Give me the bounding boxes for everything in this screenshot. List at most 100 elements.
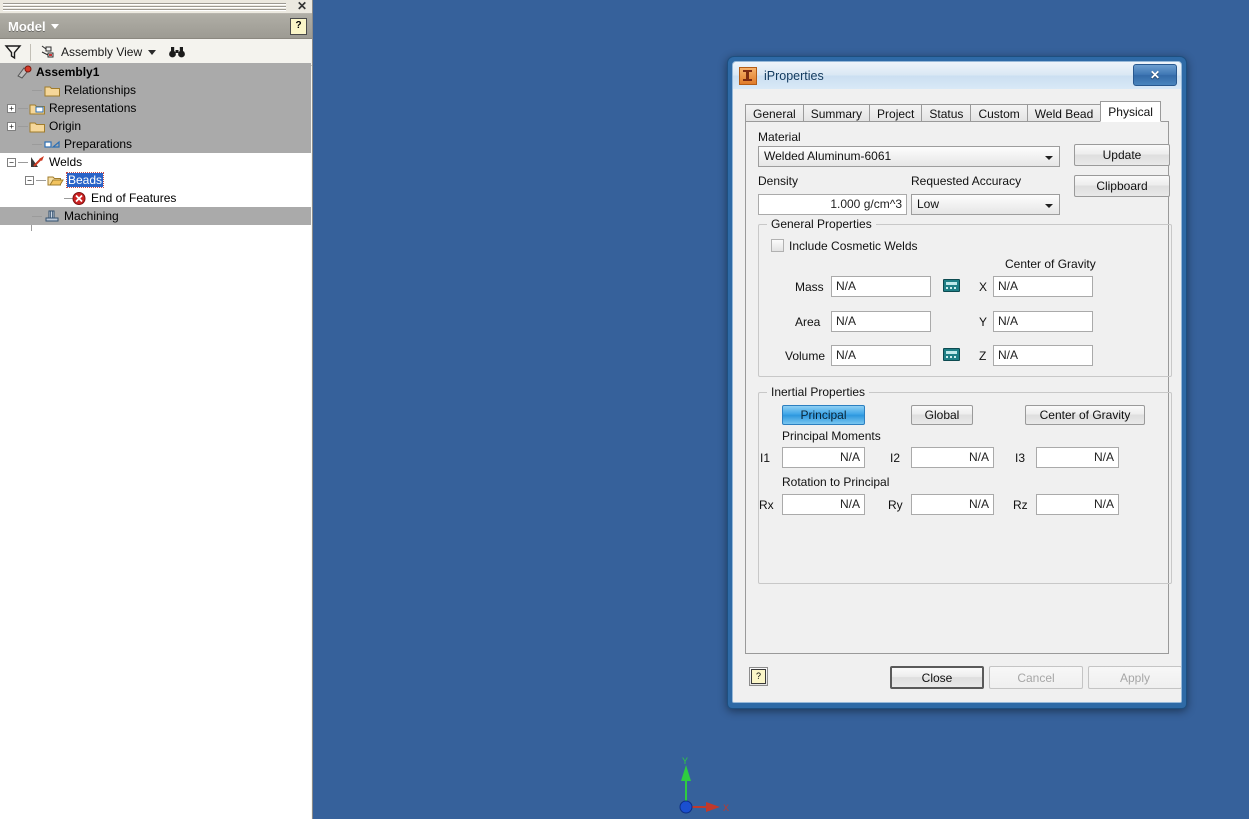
volume-field[interactable]: N/A xyxy=(831,345,931,366)
cog-y-field[interactable]: N/A xyxy=(993,311,1093,332)
principal-moments-label: Principal Moments xyxy=(782,429,881,443)
filter-icon[interactable] xyxy=(4,43,22,61)
inertial-properties-group: Inertial Properties Principal Global Cen… xyxy=(758,385,1172,584)
ry-field[interactable]: N/A xyxy=(911,494,994,515)
mass-calculator-icon[interactable] xyxy=(943,279,960,292)
principal-button[interactable]: Principal xyxy=(782,405,865,425)
tree-label: End of Features xyxy=(91,191,177,205)
inertial-properties-title: Inertial Properties xyxy=(767,385,870,399)
tree-expander[interactable]: − xyxy=(7,157,16,167)
i3-field[interactable]: N/A xyxy=(1036,447,1119,468)
include-cosmetic-welds-checkbox[interactable] xyxy=(771,239,784,252)
panel-title-bar[interactable]: Model ? xyxy=(0,14,312,39)
tree-row-end-of-features[interactable]: End of Features xyxy=(0,189,311,207)
tab-physical[interactable]: Physical xyxy=(1100,101,1161,122)
ry-label: Ry xyxy=(888,498,903,512)
chevron-down-icon[interactable] xyxy=(50,23,59,29)
clipboard-button[interactable]: Clipboard xyxy=(1074,175,1170,197)
global-button[interactable]: Global xyxy=(911,405,973,425)
volume-calculator-icon[interactable] xyxy=(943,348,960,361)
tab-weld-bead[interactable]: Weld Bead xyxy=(1026,104,1102,122)
chevron-down-icon[interactable] xyxy=(148,49,157,55)
material-label: Material xyxy=(758,130,801,144)
accuracy-value: Low xyxy=(917,197,940,211)
rz-field[interactable]: N/A xyxy=(1036,494,1119,515)
tree-label: Representations xyxy=(49,101,137,115)
rx-field[interactable]: N/A xyxy=(782,494,865,515)
preparations-icon xyxy=(44,137,61,152)
cog-x-label: X xyxy=(979,280,988,294)
end-of-features-icon xyxy=(71,191,88,206)
density-label: Density xyxy=(758,174,799,188)
dialog-title: iProperties xyxy=(764,68,824,83)
tree-label: Machining xyxy=(64,209,119,223)
tree-expander xyxy=(22,140,31,149)
tree-row-assembly1[interactable]: Assembly1 xyxy=(0,63,311,81)
chevron-down-icon xyxy=(1045,156,1053,160)
panel-close-icon[interactable]: ✕ xyxy=(297,0,307,13)
tree-label: Beads xyxy=(65,172,105,188)
cog-z-label: Z xyxy=(979,349,987,363)
cog-x-field[interactable]: N/A xyxy=(993,276,1093,297)
tree-row-representations[interactable]: + Representations xyxy=(0,99,311,117)
cog-z-field[interactable]: N/A xyxy=(993,345,1093,366)
tree-expander xyxy=(4,68,13,77)
density-field[interactable]: 1.000 g/cm^3 xyxy=(758,194,907,215)
folder-open-icon xyxy=(47,173,64,188)
physical-tab-page: Material Welded Aluminum-6061 Update Den… xyxy=(745,121,1172,654)
panel-title-label: Model xyxy=(8,18,46,34)
machining-icon xyxy=(44,209,61,224)
tab-general[interactable]: General xyxy=(745,104,804,122)
help-button[interactable]: ? xyxy=(749,667,768,686)
panel-grip-bar[interactable]: ✕ xyxy=(0,0,312,14)
tree-row-welds[interactable]: − Welds xyxy=(0,153,311,171)
folder-icon xyxy=(44,83,61,98)
tree-expander[interactable]: + xyxy=(7,121,16,131)
assembly-icon xyxy=(16,65,33,80)
panel-help-button[interactable]: ? xyxy=(290,18,307,35)
folder-icon xyxy=(29,119,46,134)
tree-row-preparations[interactable]: Preparations xyxy=(0,135,311,153)
center-of-gravity-button[interactable]: Center of Gravity xyxy=(1025,405,1145,425)
tab-strip: General Summary Project Status Custom We… xyxy=(745,101,1169,122)
tab-status[interactable]: Status xyxy=(921,104,972,122)
tab-project[interactable]: Project xyxy=(869,104,923,122)
assembly-view-icon xyxy=(39,44,57,60)
svg-text:X: X xyxy=(723,803,729,813)
toolbar-separator xyxy=(30,43,31,61)
binoculars-icon[interactable] xyxy=(168,44,186,60)
assembly-view-dropdown[interactable]: Assembly View xyxy=(39,44,157,60)
update-button[interactable]: Update xyxy=(1074,144,1170,166)
model-browser-panel: ✕ Model ? Assembly View Assembly1 Relati… xyxy=(0,0,313,819)
tree-label: Assembly1 xyxy=(36,65,100,79)
include-cosmetic-welds-label: Include Cosmetic Welds xyxy=(789,239,918,253)
rz-label: Rz xyxy=(1013,498,1028,512)
general-properties-group: General Properties Include Cosmetic Weld… xyxy=(758,217,1172,377)
requested-accuracy-dropdown[interactable]: Low xyxy=(911,194,1060,215)
volume-label: Volume xyxy=(785,349,826,363)
inventor-icon xyxy=(739,66,757,85)
model-tree[interactable]: Assembly1 Relationships + Representation… xyxy=(0,63,311,819)
center-of-gravity-label: Center of Gravity xyxy=(1005,257,1096,271)
area-field[interactable]: N/A xyxy=(831,311,931,332)
folder-rep-icon xyxy=(29,101,46,116)
dialog-inner: iProperties ✕ General Summary Project St… xyxy=(732,61,1182,703)
tree-row-relationships[interactable]: Relationships xyxy=(0,81,311,99)
rotation-to-principal-label: Rotation to Principal xyxy=(782,475,890,489)
tab-custom[interactable]: Custom xyxy=(970,104,1028,122)
dialog-title-bar[interactable]: iProperties ✕ xyxy=(733,62,1181,90)
tab-summary[interactable]: Summary xyxy=(802,104,871,122)
tree-row-machining[interactable]: Machining xyxy=(0,207,311,225)
close-button[interactable]: Close xyxy=(890,666,984,689)
tree-row-origin[interactable]: + Origin xyxy=(0,117,311,135)
tree-expander xyxy=(22,212,31,221)
tree-row-beads[interactable]: − Beads xyxy=(0,171,311,189)
tree-expander[interactable]: − xyxy=(25,175,34,185)
close-icon[interactable]: ✕ xyxy=(1133,64,1177,86)
material-dropdown[interactable]: Welded Aluminum-6061 xyxy=(758,146,1060,167)
i2-field[interactable]: N/A xyxy=(911,447,994,468)
i1-field[interactable]: N/A xyxy=(782,447,865,468)
tree-expander[interactable]: + xyxy=(7,103,16,113)
assembly-view-label: Assembly View xyxy=(61,45,143,59)
mass-field[interactable]: N/A xyxy=(831,276,931,297)
